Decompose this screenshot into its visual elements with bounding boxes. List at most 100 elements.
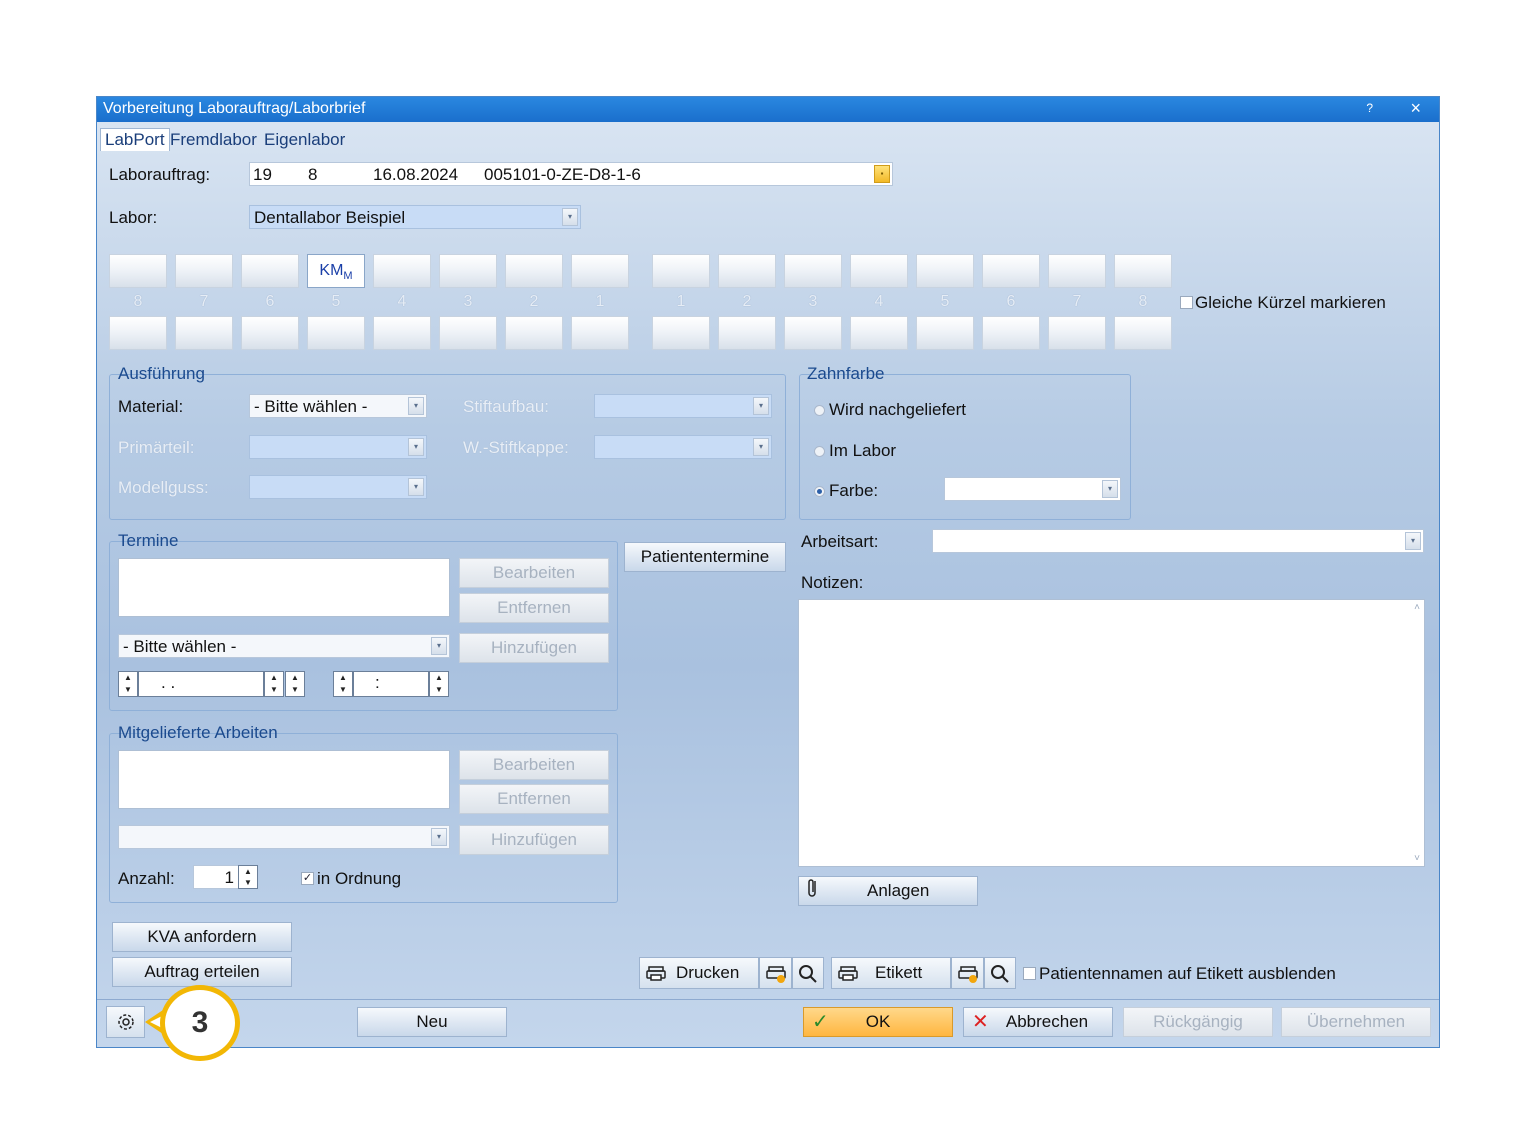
laborauftrag-field[interactable]: 19 8 16.08.2024 005101-0-ZE-D8-1-6 ▪ — [249, 162, 893, 186]
ok-button[interactable]: ✓ OK — [803, 1007, 953, 1037]
tooth-upper-left-6[interactable] — [241, 254, 299, 288]
kva-anfordern-button[interactable]: KVA anfordern — [112, 922, 292, 952]
tooth-lower-left-6[interactable] — [241, 316, 299, 350]
radio-im-labor[interactable] — [814, 446, 825, 457]
patientennamen-checkbox[interactable] — [1023, 967, 1036, 980]
anzahl-spinner[interactable]: ▲ ▼ — [238, 865, 258, 889]
close-button[interactable]: × — [1410, 98, 1421, 119]
chevron-down-icon[interactable]: ▾ — [408, 397, 424, 415]
anlagen-button[interactable]: Anlagen — [798, 876, 978, 906]
tooth-lower-left-3[interactable] — [439, 316, 497, 350]
drucken-preview-button[interactable] — [792, 957, 824, 989]
date-input[interactable]: . . — [138, 671, 264, 697]
drucken-settings-button[interactable] — [759, 957, 792, 989]
radio-farbe[interactable] — [814, 486, 825, 497]
date-spinner-right-b[interactable]: ▲ ▼ — [285, 671, 305, 697]
modellguss-select[interactable]: ▾ — [249, 475, 427, 499]
primaerteil-select[interactable]: ▾ — [249, 435, 427, 459]
tooth-lower-left-7[interactable] — [175, 316, 233, 350]
chevron-down-icon[interactable]: ▾ — [408, 438, 424, 456]
labor-select[interactable]: Dentallabor Beispiel ▾ — [249, 205, 581, 229]
termine-hinzufuegen-button[interactable]: Hinzufügen — [459, 633, 609, 663]
chevron-down-icon[interactable]: ▾ — [753, 438, 769, 456]
tooth-lower-right-8[interactable] — [1114, 316, 1172, 350]
tooth-upper-left-1[interactable] — [571, 254, 629, 288]
tooth-lower-right-7[interactable] — [1048, 316, 1106, 350]
drucken-button[interactable]: Drucken — [639, 957, 759, 989]
tooth-upper-right-7[interactable] — [1048, 254, 1106, 288]
stiftaufbau-select[interactable]: ▾ — [594, 394, 772, 418]
farbe-select[interactable]: ▾ — [944, 477, 1121, 501]
termine-select[interactable]: - Bitte wählen - ▾ — [118, 634, 450, 658]
material-select[interactable]: - Bitte wählen - ▾ — [249, 394, 427, 418]
chevron-down-icon[interactable]: ▾ — [431, 637, 447, 655]
etikett-button[interactable]: Etikett — [831, 957, 951, 989]
tooth-upper-left-4[interactable] — [373, 254, 431, 288]
tooth-upper-right-6[interactable] — [982, 254, 1040, 288]
tooth-upper-right-1[interactable] — [652, 254, 710, 288]
tooth-lower-right-1[interactable] — [652, 316, 710, 350]
date-spinner-right-a[interactable]: ▲ ▼ — [264, 671, 284, 697]
auftrag-erteilen-button[interactable]: Auftrag erteilen — [112, 957, 292, 987]
stiftkappe-select[interactable]: ▾ — [594, 435, 772, 459]
patiententermine-button[interactable]: Patiententermine — [624, 542, 786, 572]
time-spinner-right[interactable]: ▲ ▼ — [429, 671, 449, 697]
neu-button[interactable]: Neu — [357, 1007, 507, 1037]
etikett-preview-button[interactable] — [984, 957, 1016, 989]
tooth-upper-right-3[interactable] — [784, 254, 842, 288]
time-spinner-left[interactable]: ▲ ▼ — [333, 671, 353, 697]
tooth-upper-right-4[interactable] — [850, 254, 908, 288]
mitgelieferte-select[interactable]: ▾ — [118, 825, 450, 849]
tab-eigenlabor[interactable]: Eigenlabor — [264, 130, 345, 150]
tooth-upper-left-3[interactable] — [439, 254, 497, 288]
chevron-down-icon[interactable]: ▾ — [408, 478, 424, 496]
scroll-up-icon[interactable]: ˄ — [1414, 602, 1420, 613]
radio-nachgeliefert[interactable] — [814, 405, 825, 416]
termine-bearbeiten-button[interactable]: Bearbeiten — [459, 558, 609, 588]
tooth-lower-left-4[interactable] — [373, 316, 431, 350]
uebernehmen-button[interactable]: Übernehmen — [1281, 1007, 1431, 1037]
tooth-upper-left-8[interactable] — [109, 254, 167, 288]
tooth-lower-right-2[interactable] — [718, 316, 776, 350]
abbrechen-button[interactable]: ✕ Abbrechen — [963, 1007, 1113, 1037]
tooth-upper-left-2[interactable] — [505, 254, 563, 288]
tooth-lower-left-8[interactable] — [109, 316, 167, 350]
tooth-lower-right-3[interactable] — [784, 316, 842, 350]
tab-fremdlabor[interactable]: Fremdlabor — [170, 130, 257, 150]
chevron-down-icon[interactable]: ▾ — [562, 208, 578, 226]
tooth-upper-left-5[interactable]: KMM — [307, 254, 365, 288]
tooth-lower-left-5[interactable] — [307, 316, 365, 350]
tooth-lower-left-1[interactable] — [571, 316, 629, 350]
termine-list[interactable] — [118, 558, 450, 617]
chevron-down-icon[interactable]: ▾ — [1405, 532, 1421, 550]
mitgelieferte-hinzufuegen-button[interactable]: Hinzufügen — [459, 825, 609, 855]
rueckgaengig-button[interactable]: Rückgängig — [1123, 1007, 1273, 1037]
termine-entfernen-button[interactable]: Entfernen — [459, 593, 609, 623]
etikett-settings-button[interactable] — [951, 957, 984, 989]
tab-labport[interactable]: LabPort — [100, 128, 170, 151]
anzahl-input[interactable]: 1 — [193, 865, 239, 889]
mitgelieferte-entfernen-button[interactable]: Entfernen — [459, 784, 609, 814]
tooth-upper-right-8[interactable] — [1114, 254, 1172, 288]
arbeitsart-select[interactable]: ▾ — [932, 529, 1424, 553]
settings-button[interactable] — [106, 1006, 145, 1038]
mitgelieferte-bearbeiten-button[interactable]: Bearbeiten — [459, 750, 609, 780]
tooth-lower-right-4[interactable] — [850, 316, 908, 350]
chevron-down-icon[interactable]: ▾ — [753, 397, 769, 415]
chevron-down-icon[interactable]: ▾ — [1102, 480, 1118, 498]
tooth-upper-left-7[interactable] — [175, 254, 233, 288]
tooth-lower-right-6[interactable] — [982, 316, 1040, 350]
laborauftrag-picker-button[interactable]: ▪ — [874, 165, 890, 183]
date-spinner-left[interactable]: ▲ ▼ — [118, 671, 138, 697]
scroll-down-icon[interactable]: ˅ — [1414, 853, 1420, 864]
help-button[interactable]: ? — [1366, 101, 1373, 115]
notizen-textarea[interactable]: ˄ ˅ — [798, 599, 1425, 867]
gleiche-kuerzel-checkbox[interactable] — [1180, 296, 1193, 309]
chevron-down-icon[interactable]: ▾ — [431, 828, 447, 846]
tooth-upper-right-5[interactable] — [916, 254, 974, 288]
tooth-lower-left-2[interactable] — [505, 316, 563, 350]
in-ordnung-checkbox[interactable]: ✓ — [301, 872, 314, 885]
mitgelieferte-list[interactable] — [118, 750, 450, 809]
time-input[interactable]: : — [353, 671, 429, 697]
tooth-upper-right-2[interactable] — [718, 254, 776, 288]
